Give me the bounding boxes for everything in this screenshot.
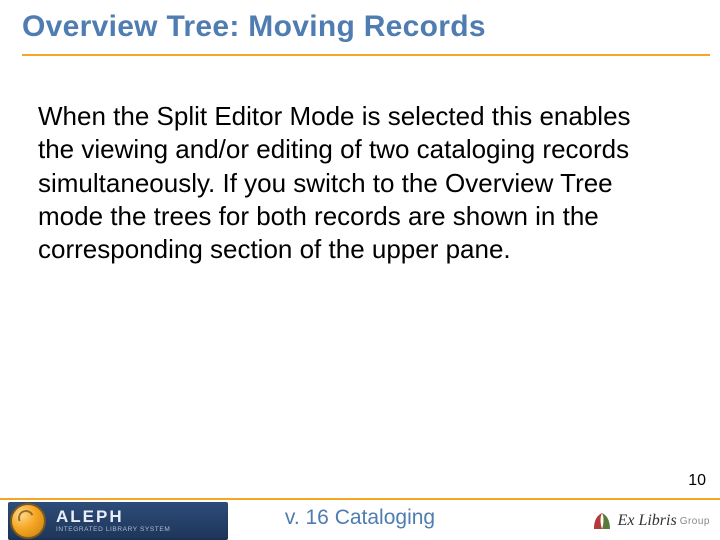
exlibris-group: Group [680,516,710,527]
exlibris-logo: Ex Libris Group [560,506,710,536]
page-number: 10 [688,472,706,490]
title-underline [22,54,710,56]
exlibris-name: Ex Libris [618,512,677,530]
body-paragraph: When the Split Editor Mode is selected t… [38,100,638,266]
footer-rule [0,498,720,500]
exlibris-mark-icon [590,509,614,533]
slide-title: Overview Tree: Moving Records [22,10,698,44]
slide: Overview Tree: Moving Records When the S… [0,0,720,540]
footer: ALEPH INTEGRATED LIBRARY SYSTEM v. 16 Ca… [0,498,720,540]
